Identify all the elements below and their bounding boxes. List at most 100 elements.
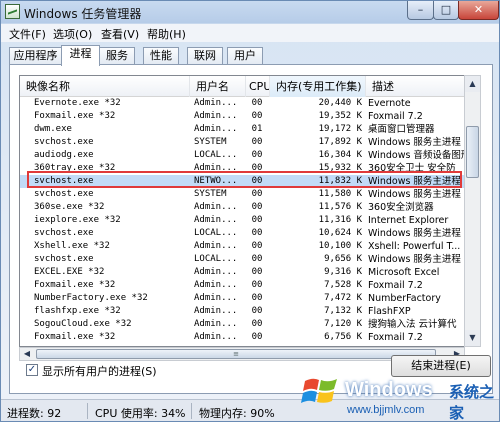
scroll-up-arrow-icon[interactable]: ▲ <box>465 76 480 92</box>
table-row[interactable]: Foxmail.exe *32 Admin... 00 6,756 K Foxmail … <box>20 331 464 344</box>
memory-cell: 20,440 K <box>318 98 362 108</box>
table-row[interactable]: dwm.exe Admin... 01 19,172 K 桌面窗口管理器 <box>20 123 464 136</box>
windows-logo-icon <box>301 378 337 403</box>
user-name-cell: Admin... <box>194 215 238 225</box>
cpu-cell: 00 <box>251 189 263 199</box>
process-list[interactable]: 映像名称 用户名 CPU 内存(专用工作集) 描述 Evernote.exe *… <box>19 75 465 347</box>
watermark-suffix: 系统之家 <box>449 383 495 422</box>
table-row[interactable]: Foxmail.exe *32 Admin... 00 19,352 K Foxmail… <box>20 110 464 123</box>
tab-services[interactable]: 服务 <box>99 47 135 65</box>
description-cell: Windows 音频设备图形 <box>368 150 464 161</box>
memory-cell: 7,132 K <box>324 306 362 316</box>
column-memory[interactable]: 内存(专用工作集) <box>270 76 366 97</box>
memory-cell: 11,576 K <box>318 202 362 212</box>
description-cell: 桌面窗口管理器 <box>368 124 435 135</box>
user-name-cell: Admin... <box>194 293 238 303</box>
menu-bar: 文件(F) 选项(O) 查看(V) 帮助(H) <box>1 24 499 42</box>
table-row[interactable]: iexplore.exe *32 Admin... 00 11,316 K Intern… <box>20 214 464 227</box>
status-physical-memory: 物理内存: 90% <box>199 407 275 420</box>
tab-users[interactable]: 用户 <box>227 47 263 65</box>
process-name-cell: Foxmail.exe *32 <box>34 280 116 290</box>
memory-cell: 10,624 K <box>318 228 362 238</box>
tab-networking[interactable]: 联网 <box>187 47 223 65</box>
vertical-scrollbar[interactable]: ▲ ▼ <box>464 75 481 347</box>
process-name-cell: audiodg.exe <box>34 150 94 160</box>
description-cell: Windows 服务主进程 <box>368 228 461 239</box>
cpu-cell: 00 <box>251 280 263 290</box>
description-cell: Foxmail 7.2 <box>368 280 423 291</box>
menu-help[interactable]: 帮助(H) <box>147 26 186 42</box>
table-row[interactable]: svchost.exe SYSTEM 00 11,580 K Windows 服务主进程 <box>20 188 464 201</box>
title-bar[interactable]: Windows 任务管理器 – □ ✕ <box>1 1 499 23</box>
user-name-cell: Admin... <box>194 111 238 121</box>
menu-view[interactable]: 查看(V) <box>101 26 139 42</box>
process-name-cell: svchost.exe <box>34 137 94 147</box>
cpu-cell: 00 <box>251 215 263 225</box>
horizontal-scroll-thumb[interactable]: ≡ <box>36 349 436 359</box>
show-all-users-label[interactable]: 显示所有用户的进程(S) <box>42 363 157 379</box>
column-cpu[interactable]: CPU <box>246 76 270 97</box>
column-description[interactable]: 描述 <box>366 76 464 97</box>
tab-processes[interactable]: 进程 <box>61 45 100 66</box>
user-name-cell: Admin... <box>194 319 238 329</box>
scroll-down-arrow-icon[interactable]: ▼ <box>465 330 480 346</box>
memory-cell: 11,316 K <box>318 215 362 225</box>
column-user-name[interactable]: 用户名 <box>190 76 246 97</box>
watermark-brand: Windows <box>345 379 433 401</box>
scroll-left-arrow-icon[interactable]: ◀ <box>20 348 34 360</box>
table-row[interactable]: audiodg.exe LOCAL... 00 16,304 K Windows 音频设… <box>20 149 464 162</box>
process-name-cell: dwm.exe <box>34 124 72 134</box>
end-process-button[interactable]: 结束进程(E) <box>391 355 491 377</box>
table-row[interactable]: Evernote.exe *32 Admin... 00 20,440 K Everno… <box>20 97 464 110</box>
cpu-cell: 00 <box>251 202 263 212</box>
column-image-name[interactable]: 映像名称 <box>20 76 190 97</box>
description-cell: Windows 服务主进程 <box>368 189 461 200</box>
menu-file[interactable]: 文件(F) <box>9 26 46 42</box>
table-row[interactable]: svchost.exe LOCAL... 00 9,656 K Windows 服务主进… <box>20 253 464 266</box>
user-name-cell: Admin... <box>194 98 238 108</box>
table-row[interactable]: svchost.exe LOCAL... 00 10,624 K Windows 服务主… <box>20 227 464 240</box>
process-name-cell: flashfxp.exe *32 <box>34 306 121 316</box>
minimize-button[interactable]: – <box>407 1 434 20</box>
cpu-cell: 00 <box>251 111 263 121</box>
process-name-cell: iexplore.exe *32 <box>34 215 121 225</box>
table-row[interactable]: 360se.exe *32 Admin... 00 11,576 K 360安全浏览器 <box>20 201 464 214</box>
cpu-cell: 00 <box>251 137 263 147</box>
memory-cell: 16,304 K <box>318 150 362 160</box>
process-name-cell: Foxmail.exe *32 <box>34 332 116 342</box>
process-name-cell: 360se.exe *32 <box>34 202 105 212</box>
table-row[interactable]: Foxmail.exe *32 Admin... 00 7,528 K Foxmail … <box>20 279 464 292</box>
tab-applications[interactable]: 应用程序 <box>9 47 62 65</box>
process-name-cell: svchost.exe <box>34 189 94 199</box>
cpu-cell: 00 <box>251 98 263 108</box>
memory-cell: 17,892 K <box>318 137 362 147</box>
table-row[interactable]: flashfxp.exe *32 Admin... 00 7,132 K FlashFX… <box>20 305 464 318</box>
vertical-scroll-thumb[interactable] <box>466 126 479 178</box>
table-row[interactable]: Xshell.exe *32 Admin... 00 10,100 K Xshell: … <box>20 240 464 253</box>
process-name-cell: NumberFactory.exe *32 <box>34 293 148 303</box>
menu-options[interactable]: 选项(O) <box>53 26 92 42</box>
description-cell: Windows 服务主进程 <box>368 254 461 265</box>
tab-performance[interactable]: 性能 <box>143 47 179 65</box>
user-name-cell: Admin... <box>194 202 238 212</box>
table-row[interactable]: NumberFactory.exe *32 Admin... 00 7,472 K Nu… <box>20 292 464 305</box>
description-cell: Foxmail 7.2 <box>368 111 423 122</box>
cpu-cell: 01 <box>251 124 263 134</box>
table-row[interactable]: EXCEL.EXE *32 Admin... 00 9,316 K Microsoft … <box>20 266 464 279</box>
maximize-button[interactable]: □ <box>433 1 459 20</box>
user-name-cell: SYSTEM <box>194 137 227 147</box>
memory-cell: 6,756 K <box>324 332 362 342</box>
description-cell: Internet Explorer <box>368 215 449 226</box>
table-row[interactable]: SogouCloud.exe *32 Admin... 00 7,120 K 搜狗输入法… <box>20 318 464 331</box>
table-row[interactable]: svchost.exe SYSTEM 00 17,892 K Windows 服务主进程 <box>20 136 464 149</box>
cpu-cell: 00 <box>251 254 263 264</box>
watermark-url: www.bjjmlv.com <box>347 404 425 416</box>
cpu-cell: 00 <box>251 150 263 160</box>
show-all-users-checkbox[interactable]: ✓ <box>26 364 38 376</box>
user-name-cell: Admin... <box>194 267 238 277</box>
process-name-cell: svchost.exe <box>34 228 94 238</box>
task-manager-icon <box>5 4 20 19</box>
memory-cell: 9,316 K <box>324 267 362 277</box>
cpu-cell: 00 <box>251 293 263 303</box>
close-button[interactable]: ✕ <box>458 1 499 20</box>
